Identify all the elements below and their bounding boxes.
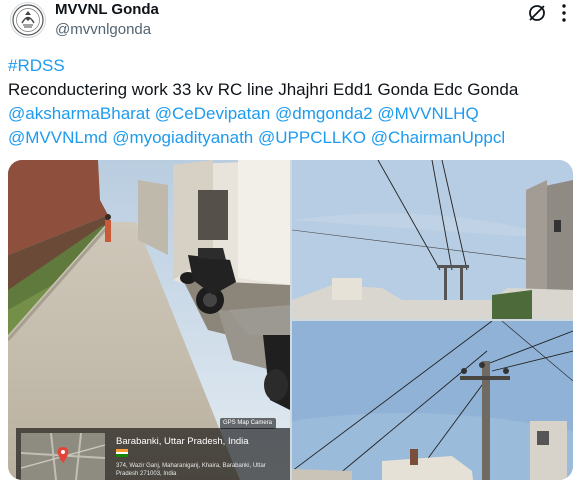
gps-city-label: Barabanki, Uttar Pradesh, India [116,436,249,447]
more-icon[interactable] [554,2,574,24]
tweet-body: Reconductering work 33 kv RC line Jhajhr… [8,80,519,99]
map-pin-icon [21,433,105,480]
mention-link[interactable]: @MVVNLHQ [377,104,478,123]
photo-wires[interactable] [292,160,573,319]
avatar[interactable] [10,2,46,38]
media-grid: GPS Map Camera Barabanki, Uttar Pradesh,… [8,160,573,480]
gps-location-card: Barabanki, Uttar Pradesh, India 374, Waz… [16,428,290,480]
photo-pole[interactable] [292,321,573,480]
emblem-icon [12,4,44,36]
tweet-text: #RDSS Reconductering work 33 kv RC line … [8,54,569,150]
mention-link[interactable]: @CeDevipatan [155,104,271,123]
mentions-line: @aksharmaBharat @CeDevipatan @dmgonda2 @… [8,102,569,126]
mention-link[interactable]: @dmgonda2 [275,104,373,123]
mention-link[interactable]: @ChairmanUppcl [371,128,505,147]
mentions-line: @MVVNLmd @myogiadityanath @UPPCLLKO @Cha… [8,126,569,150]
tweet-header: MVVNL Gonda @mvvnlgonda [8,0,569,44]
mention-link[interactable]: @myogiadityanath [112,128,253,147]
grok-icon[interactable] [526,2,548,24]
mention-link[interactable]: @MVVNLmd [8,128,107,147]
gps-address: 374, Wazir Ganj, Maharaniganj, Khaira, B… [116,463,266,477]
mention-link[interactable]: @UPPCLLKO [258,128,366,147]
hashtag-link[interactable]: #RDSS [8,56,65,75]
user-handle[interactable]: @mvvnlgonda [55,21,151,38]
gps-map-thumbnail [21,433,105,480]
display-name[interactable]: MVVNL Gonda [55,1,159,18]
mention-link[interactable]: @aksharmaBharat [8,104,150,123]
india-flag-icon [116,449,128,457]
